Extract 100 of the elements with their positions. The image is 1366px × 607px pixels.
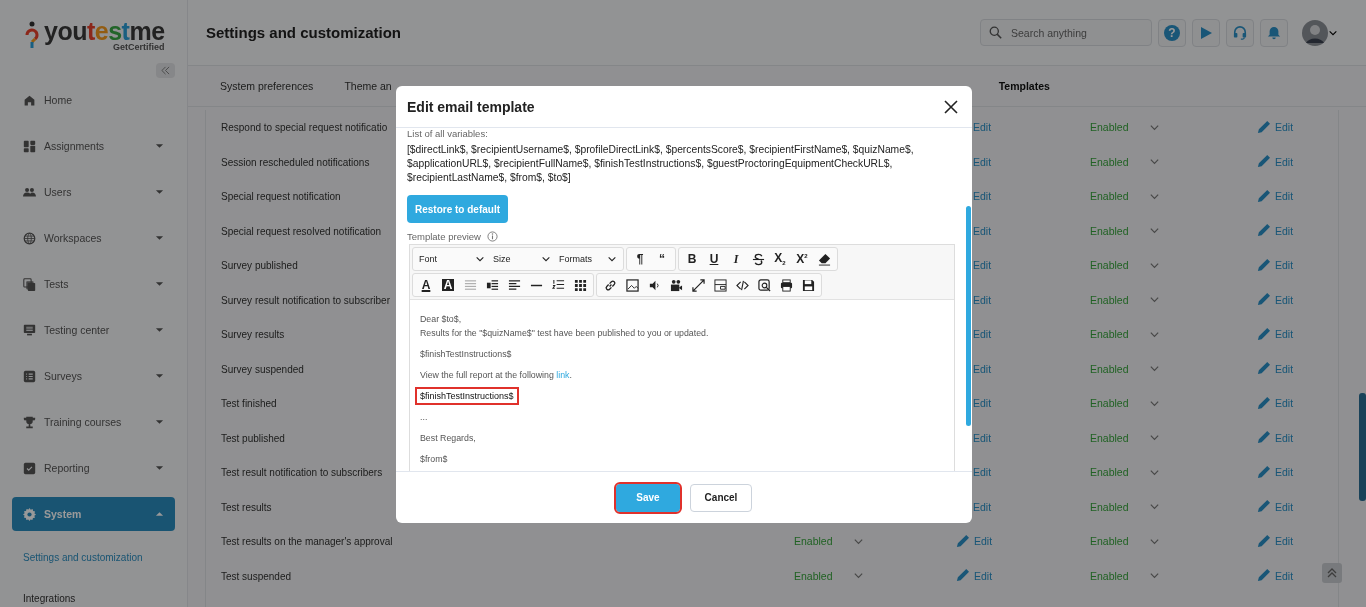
edit-link[interactable]: Edit xyxy=(973,328,992,341)
search-field[interactable]: Search anything xyxy=(980,19,1152,46)
support-button[interactable] xyxy=(1226,18,1254,47)
edit-link[interactable]: Edit xyxy=(1275,466,1294,479)
toolbar-button[interactable]: A xyxy=(438,275,458,295)
image-icon[interactable] xyxy=(625,278,639,292)
toolbar-button[interactable]: U xyxy=(704,249,724,269)
nav-item[interactable]: Workspaces xyxy=(12,221,175,255)
tab[interactable]: Theme an xyxy=(344,80,392,92)
nav-item[interactable]: Surveys xyxy=(12,359,175,393)
status-dropdown[interactable]: Enabled xyxy=(1090,259,1129,272)
table-icon[interactable] xyxy=(573,278,587,292)
help-button[interactable]: ? xyxy=(1158,18,1186,47)
toolbar-button[interactable]: B xyxy=(682,249,702,269)
edit-link[interactable]: Edit xyxy=(1275,431,1294,444)
nav-item[interactable]: Reporting xyxy=(12,451,175,485)
edit-link[interactable]: Edit xyxy=(973,466,992,479)
nav-subitem[interactable]: Settings and customization xyxy=(0,537,187,578)
edit-link[interactable]: Edit xyxy=(973,293,992,306)
toolbar-button[interactable]: I xyxy=(726,249,746,269)
edit-link[interactable]: Edit xyxy=(974,535,993,548)
nav-item[interactable]: Home xyxy=(12,83,175,117)
edit-link[interactable]: Edit xyxy=(1275,155,1294,168)
rich-text-editor[interactable] xyxy=(409,244,955,471)
link-icon[interactable] xyxy=(603,278,617,292)
strikethrough-icon[interactable] xyxy=(751,252,765,266)
status-dropdown[interactable]: Enabled xyxy=(1090,397,1129,410)
print-icon[interactable] xyxy=(779,278,793,292)
edit-link[interactable]: Edit xyxy=(973,259,992,272)
indent-icon[interactable] xyxy=(485,278,499,292)
edit-link[interactable]: Edit xyxy=(973,362,992,375)
edit-link[interactable]: Edit xyxy=(1275,293,1294,306)
template-icon[interactable] xyxy=(713,278,727,292)
nav-item[interactable]: Assignments xyxy=(12,129,175,163)
status-dropdown[interactable]: Enabled xyxy=(1090,466,1129,479)
edit-link[interactable]: Edit xyxy=(1275,500,1294,513)
play-button[interactable] xyxy=(1192,18,1220,47)
code-icon[interactable] xyxy=(735,278,749,292)
edit-link[interactable]: Edit xyxy=(1275,362,1294,375)
toolbar-button[interactable]: ¶ xyxy=(630,249,650,269)
status-dropdown[interactable]: Enabled xyxy=(1090,293,1129,306)
toolbar-dropdown[interactable]: Formats xyxy=(556,254,620,264)
notifications-button[interactable] xyxy=(1260,18,1288,47)
edit-link[interactable]: Edit xyxy=(973,397,992,410)
status-dropdown[interactable]: Enabled xyxy=(1090,328,1129,341)
edit-link[interactable]: Edit xyxy=(1275,328,1294,341)
video-camera-icon[interactable] xyxy=(669,278,683,292)
status-dropdown[interactable]: Enabled xyxy=(1090,224,1129,237)
edit-link[interactable]: Edit xyxy=(974,569,993,582)
toolbar-button[interactable]: X$_{2}$ xyxy=(770,249,790,269)
nav-item[interactable]: Testing center xyxy=(12,313,175,347)
scroll-top-button[interactable] xyxy=(1322,563,1342,583)
save-icon[interactable] xyxy=(801,278,815,292)
toolbar-button[interactable]: “ xyxy=(652,249,672,269)
toolbar-button[interactable]: X$^{2}$ xyxy=(792,249,812,269)
nav-item[interactable]: Training courses xyxy=(12,405,175,439)
edit-link[interactable]: Edit xyxy=(1275,121,1294,134)
scrollbar-thumb[interactable] xyxy=(1359,393,1366,501)
edit-link[interactable]: Edit xyxy=(1275,224,1294,237)
close-button[interactable] xyxy=(942,97,960,116)
edit-link[interactable]: Edit xyxy=(1275,259,1294,272)
numbered-list-icon[interactable] xyxy=(551,278,565,292)
restore-button[interactable]: Restore to default xyxy=(407,195,508,223)
save-button[interactable]: Save xyxy=(616,483,680,512)
tab[interactable]: System preferences xyxy=(220,80,314,92)
status-dropdown[interactable]: Enabled xyxy=(1090,362,1129,375)
status-dropdown[interactable]: Enabled xyxy=(1090,535,1129,548)
scrollbar-thumb[interactable] xyxy=(966,206,971,426)
edit-link[interactable]: Edit xyxy=(1275,397,1294,410)
edit-link[interactable]: Edit xyxy=(1275,190,1294,203)
edit-link[interactable]: Edit xyxy=(973,500,992,513)
status-dropdown[interactable]: Enabled xyxy=(1090,155,1129,168)
status-dropdown[interactable]: Enabled xyxy=(1090,431,1129,444)
status-dropdown[interactable]: Enabled xyxy=(1090,500,1129,513)
fullscreen-icon[interactable] xyxy=(691,278,705,292)
edit-link[interactable]: Edit xyxy=(973,121,992,134)
eraser-icon[interactable] xyxy=(817,252,831,266)
align-left-icon[interactable] xyxy=(507,278,521,292)
status-dropdown[interactable]: Enabled xyxy=(794,569,833,582)
edit-link[interactable]: Edit xyxy=(1275,569,1294,582)
toolbar-dropdown[interactable]: Size xyxy=(490,254,554,264)
nav-item[interactable]: Users xyxy=(12,175,175,209)
status-dropdown[interactable]: Enabled xyxy=(794,535,833,548)
edit-link[interactable]: Edit xyxy=(973,190,992,203)
status-dropdown[interactable]: Enabled xyxy=(1090,569,1129,582)
toolbar-button[interactable]: A xyxy=(416,275,436,295)
status-dropdown[interactable]: Enabled xyxy=(1090,121,1129,134)
nav-subitem[interactable]: Integrations xyxy=(0,578,187,607)
nav-item[interactable]: Tests xyxy=(12,267,175,301)
edit-link[interactable]: Edit xyxy=(973,155,992,168)
edit-link[interactable]: Edit xyxy=(973,224,992,237)
status-dropdown[interactable]: Enabled xyxy=(1090,190,1129,203)
tab[interactable]: Templates xyxy=(998,80,1050,92)
nav-item[interactable]: System xyxy=(12,497,175,531)
toolbar-dropdown[interactable]: Font xyxy=(416,254,488,264)
avatar-icon[interactable] xyxy=(1302,19,1328,46)
cancel-button[interactable]: Cancel xyxy=(690,483,752,512)
preview-icon[interactable] xyxy=(757,278,771,292)
edit-link[interactable]: Edit xyxy=(973,431,992,444)
edit-link[interactable]: Edit xyxy=(1275,535,1294,548)
